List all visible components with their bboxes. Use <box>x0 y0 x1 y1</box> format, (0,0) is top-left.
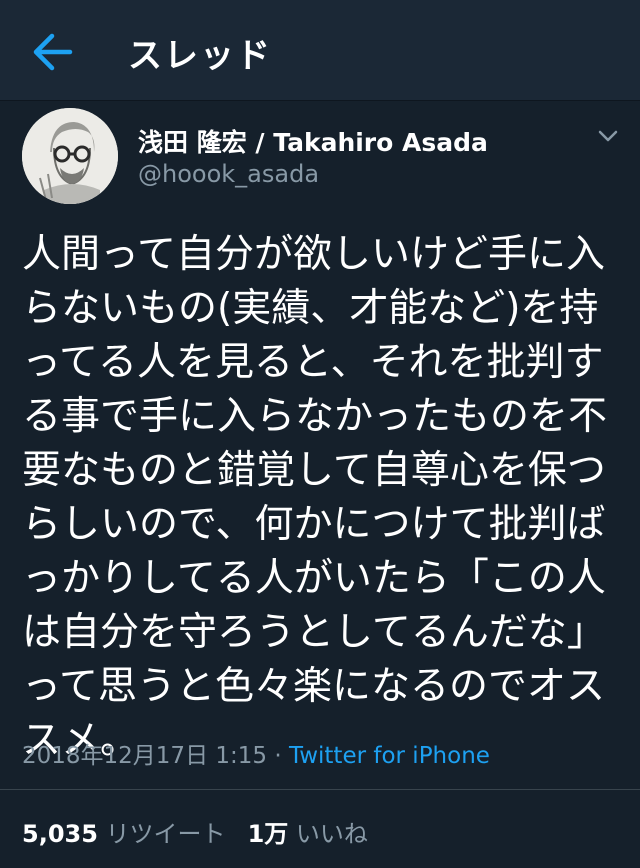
retweet-stat[interactable]: 5,035 リツイート <box>22 820 226 848</box>
chevron-down-icon[interactable] <box>594 126 622 146</box>
tweet-meta: 2018年12月17日 1:15 · Twitter for iPhone <box>22 736 490 770</box>
divider <box>0 789 640 790</box>
meta-separator: · <box>267 743 289 769</box>
retweet-count: 5,035 <box>22 820 98 848</box>
timestamp[interactable]: 2018年12月17日 1:15 <box>22 743 267 769</box>
author-name[interactable]: 浅田 隆宏 / Takahiro Asada <box>138 123 488 159</box>
top-bar: スレッド <box>0 0 640 101</box>
like-count: 1万 <box>247 820 289 848</box>
like-label: いいね <box>295 820 368 848</box>
like-stat[interactable]: 1万 いいね <box>248 820 368 848</box>
arrow-left-icon[interactable] <box>30 32 76 72</box>
tweet-text: 人間って自分が欲しいけど手に入らないもの(実績、才能など)を持ってる人を見ると、… <box>22 232 608 763</box>
page-title: スレッド <box>128 36 272 76</box>
retweet-label: リツイート <box>105 820 226 848</box>
user-avatar[interactable] <box>22 108 118 204</box>
tweet-stats: 5,035 リツイート 1万 いいね <box>22 814 368 849</box>
author-handle[interactable]: @hoook_asada <box>138 160 319 188</box>
source-link[interactable]: Twitter for iPhone <box>289 743 490 769</box>
